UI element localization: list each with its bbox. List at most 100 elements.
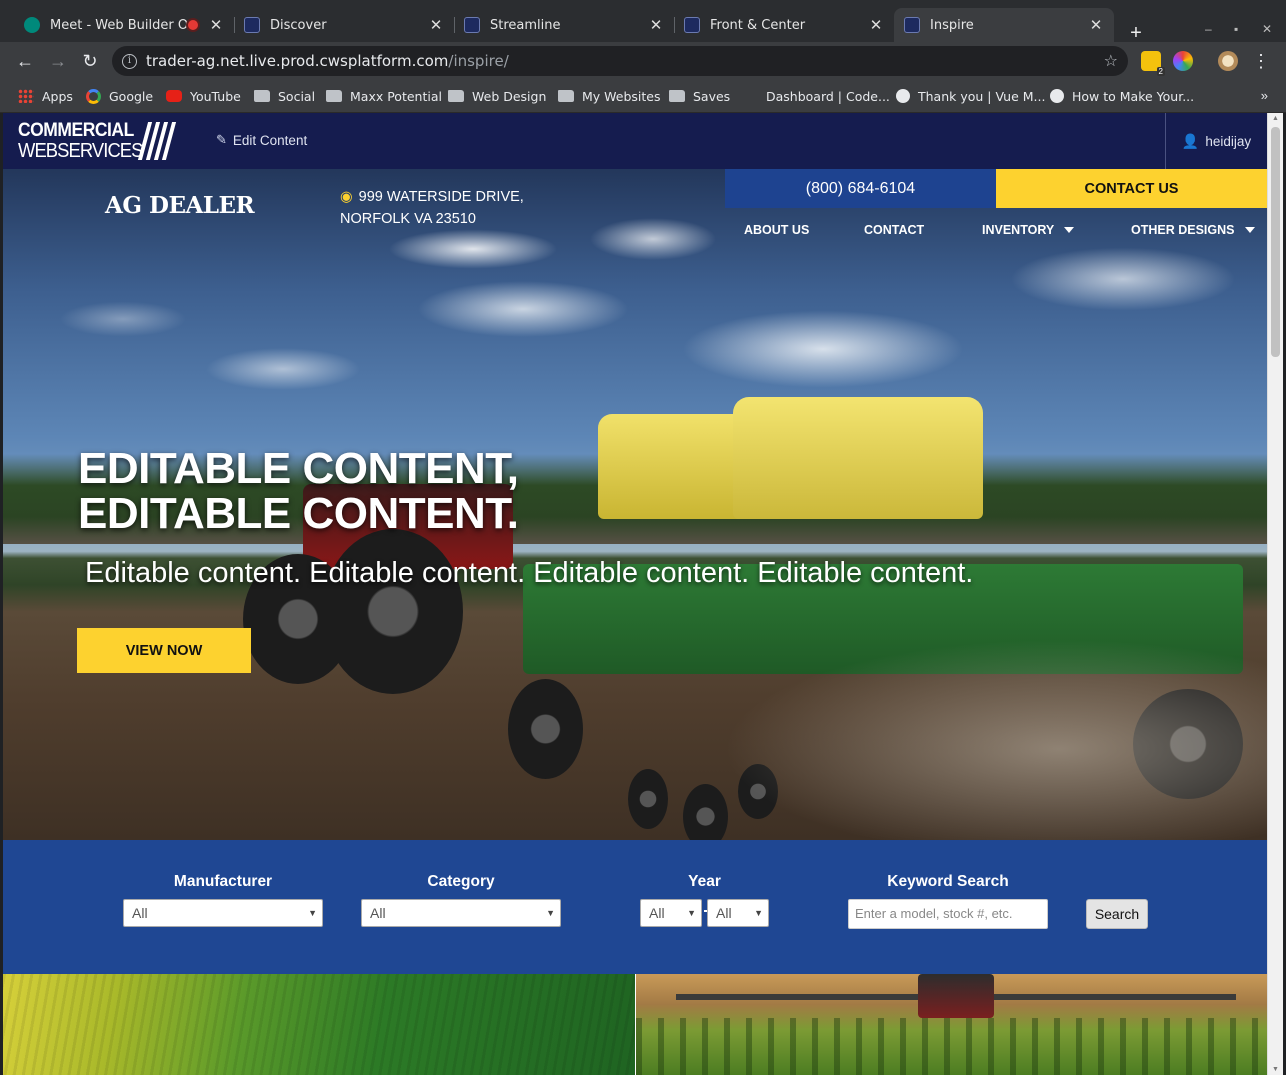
address-bar[interactable]: i trader-ag.net.live.prod.cwsplatform.co… — [112, 46, 1128, 76]
sprayer-tractor — [918, 974, 994, 1018]
bookmark-label: Maxx Potential — [350, 88, 442, 104]
apps-grid-icon — [18, 89, 34, 103]
close-tab-icon[interactable]: ✕ — [868, 16, 884, 34]
nav-other-designs[interactable]: OTHER DESIGNS — [1131, 223, 1255, 237]
bookmark-label: Saves — [693, 88, 731, 104]
new-tab-button[interactable]: + — [1124, 22, 1148, 44]
cws-logo[interactable]: COMMERCIAL WEBSERVICES — [18, 120, 153, 162]
scroll-down-icon[interactable]: ▼ — [1272, 1066, 1279, 1073]
bookmark-youtube[interactable]: YouTube — [166, 86, 241, 106]
view-now-button[interactable]: VIEW NOW — [77, 628, 251, 673]
bookmark-star-icon[interactable]: ☆ — [1104, 51, 1118, 70]
maximize-icon[interactable]: ▪ — [1234, 22, 1238, 36]
hero-dust — [723, 639, 1267, 840]
globe-icon — [1050, 89, 1064, 103]
select-value: All — [716, 905, 732, 921]
youtube-icon — [166, 90, 182, 102]
url-path: /inspire/ — [448, 52, 509, 70]
bookmark-label: Dashboard | Code... — [766, 88, 890, 104]
toolbar: ← → ↻ i trader-ag.net.live.prod.cwsplatf… — [0, 42, 1286, 80]
back-icon[interactable]: ← — [14, 50, 36, 72]
reload-icon[interactable]: ↻ — [79, 50, 101, 72]
tab-front-center[interactable]: Front & Center ✕ — [674, 8, 894, 42]
bookmark-label: How to Make Your... — [1072, 88, 1195, 104]
category-label: Category — [427, 873, 495, 890]
close-window-icon[interactable]: ✕ — [1262, 22, 1272, 36]
bookmark-web-design[interactable]: Web Design — [448, 86, 546, 106]
page-viewport: COMMERCIAL WEBSERVICES ✎ Edit Content 👤 … — [3, 113, 1267, 1075]
bookmarks-overflow-button[interactable]: » — [1261, 88, 1268, 103]
select-arrow-icon: ▼ — [754, 908, 763, 918]
scroll-up-icon[interactable]: ▲ — [1272, 115, 1279, 122]
extension-icon[interactable]: 2 — [1141, 51, 1165, 76]
category-select[interactable]: All ▼ — [361, 899, 561, 927]
hero-banner: EDITABLE CONTENT, EDITABLE CONTENT. Edit… — [3, 169, 1267, 840]
color-picker-extension-icon[interactable] — [1173, 51, 1193, 71]
bookmark-social[interactable]: Social — [254, 86, 315, 106]
tab-streamline[interactable]: Streamline ✕ — [454, 8, 674, 42]
address-line2: NORFOLK VA 23510 — [340, 211, 476, 227]
bookmark-label: Thank you | Vue M... — [918, 88, 1046, 104]
bookmark-label: My Websites — [582, 88, 661, 104]
bookmark-dashboard[interactable]: Dashboard | Code... — [742, 86, 890, 106]
logo-line2: WEBSERVICES — [18, 140, 143, 162]
tab-discover[interactable]: Discover ✕ — [234, 8, 454, 42]
nav-about-us[interactable]: ABOUT US — [744, 223, 809, 237]
bookmark-thank-you[interactable]: Thank you | Vue M... — [896, 86, 1045, 106]
bookmark-label: Web Design — [472, 88, 547, 104]
tab-inspire[interactable]: Inspire ✕ — [894, 8, 1114, 42]
folder-icon — [669, 90, 685, 102]
logo-line1: COMMERCIAL — [18, 120, 134, 141]
nav-label: INVENTORY — [982, 223, 1055, 237]
keyword-search-label: Keyword Search — [887, 873, 1009, 890]
nav-contact[interactable]: CONTACT — [864, 223, 924, 237]
year-from-select[interactable]: All ▼ — [640, 899, 702, 927]
select-arrow-icon: ▼ — [308, 908, 317, 918]
year-to-select[interactable]: All ▼ — [707, 899, 769, 927]
bookmark-saves[interactable]: Saves — [669, 86, 730, 106]
bookmark-maxx-potential[interactable]: Maxx Potential — [326, 86, 442, 106]
hero-wheel — [683, 784, 728, 840]
manufacturer-select[interactable]: All ▼ — [123, 899, 323, 927]
meet-icon — [24, 17, 40, 33]
phone-number[interactable]: (800) 684-6104 — [725, 169, 996, 208]
bookmark-label: Social — [278, 88, 316, 104]
tab-title: Meet - Web Builder Offic — [50, 17, 188, 33]
nav-inventory[interactable]: INVENTORY — [982, 223, 1075, 237]
contact-us-button[interactable]: CONTACT US — [996, 169, 1267, 208]
minimize-icon[interactable]: – — [1205, 22, 1212, 36]
scrollbar-thumb[interactable] — [1271, 127, 1280, 357]
menu-kebab-icon[interactable]: ⋮ — [1250, 50, 1272, 72]
nav-label: OTHER DESIGNS — [1131, 223, 1235, 237]
bookmark-apps[interactable]: Apps — [18, 86, 73, 106]
address-line1: 999 WATERSIDE DRIVE, — [358, 189, 524, 205]
google-icon — [86, 88, 101, 104]
search-button[interactable]: Search — [1086, 899, 1148, 929]
bookmark-my-websites[interactable]: My Websites — [558, 86, 661, 106]
tab-meet[interactable]: Meet - Web Builder Offic ✕ — [14, 8, 234, 42]
bookmark-label: YouTube — [190, 88, 241, 104]
bookmark-google[interactable]: Google — [86, 86, 153, 106]
keyword-search-input[interactable]: Enter a model, stock #, etc. — [848, 899, 1048, 929]
edit-content-button[interactable]: ✎ Edit Content — [216, 132, 307, 148]
tile-sprayer[interactable] — [636, 974, 1267, 1075]
user-menu[interactable]: 👤 heidijay — [1165, 113, 1267, 169]
profile-avatar-icon[interactable] — [1218, 51, 1238, 71]
chevron-down-icon — [1244, 227, 1255, 233]
close-tab-icon[interactable]: ✕ — [648, 16, 664, 34]
folder-icon — [254, 90, 270, 102]
hero-title-line2: EDITABLE CONTENT. — [78, 489, 519, 538]
select-value: All — [132, 905, 148, 921]
tile-crop-field[interactable] — [3, 974, 635, 1075]
forward-icon[interactable]: → — [47, 50, 69, 72]
bookmark-how-to[interactable]: How to Make Your... — [1050, 86, 1194, 106]
tab-title: Discover — [270, 17, 327, 33]
site-brand[interactable]: AG DEALER — [105, 192, 255, 219]
close-tab-icon[interactable]: ✕ — [428, 16, 444, 34]
page-scrollbar[interactable]: ▲ ▼ — [1267, 113, 1283, 1075]
username: heidijay — [1205, 133, 1252, 149]
close-tab-icon[interactable]: ✕ — [1088, 16, 1104, 34]
close-tab-icon[interactable]: ✕ — [208, 16, 224, 34]
url-text[interactable]: trader-ag.net.live.prod.cwsplatform.com/… — [146, 52, 509, 70]
site-info-icon[interactable]: i — [122, 53, 137, 69]
